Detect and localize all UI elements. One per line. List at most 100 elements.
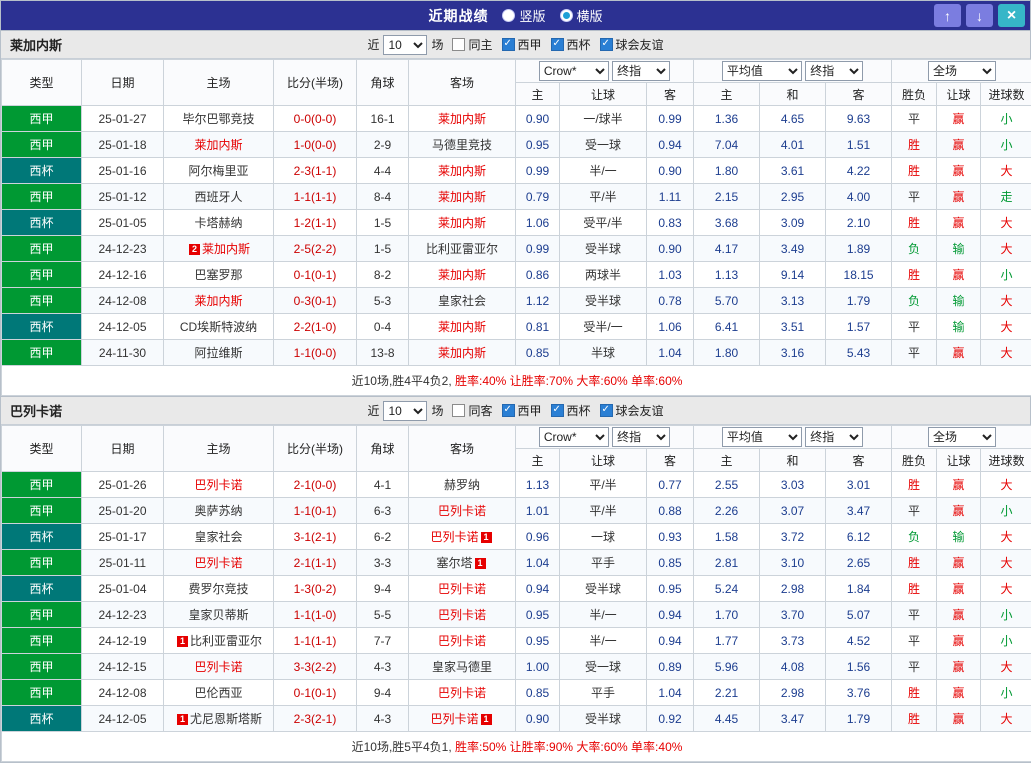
league-laliga-checkbox[interactable] [502, 404, 515, 417]
match-row: 西杯25-01-05卡塔赫纳1-2(1-1)1-5莱加内斯1.06受平/半0.8… [2, 210, 1031, 236]
col-ah-line: 让球 [560, 449, 647, 472]
goals-result: 小 [981, 498, 1031, 524]
asia-source-select[interactable]: Crow* [539, 427, 609, 447]
scroll-down-button[interactable]: ↓ [966, 4, 993, 27]
col-result: 胜负 [892, 449, 937, 472]
league-friendly-checkbox[interactable] [600, 404, 613, 417]
summary-part: 近10场,胜4平4负2, [352, 374, 455, 388]
col-home: 主场 [164, 426, 274, 472]
up-arrow-icon: ↑ [944, 8, 951, 24]
layout-vertical-radio[interactable]: 竖版 [502, 6, 545, 25]
asia-time-select[interactable]: 终指 [612, 61, 670, 81]
ah-away-odds: 1.04 [647, 340, 694, 366]
match-date: 24-12-16 [82, 262, 164, 288]
match-row: 西甲24-12-16巴塞罗那0-1(0-1)8-2莱加内斯0.86两球半1.03… [2, 262, 1031, 288]
same-venue-checkbox[interactable] [452, 38, 465, 51]
match-count-select[interactable]: 10 [383, 401, 427, 421]
ah-line: 平/半 [560, 472, 647, 498]
eu-draw-odds: 2.98 [760, 680, 826, 706]
ah-line: 受一球 [560, 132, 647, 158]
col-date: 日期 [82, 426, 164, 472]
league-type-badge: 西甲 [2, 106, 82, 132]
eu-away-odds: 1.84 [826, 576, 892, 602]
match-score: 1-1(0-1) [274, 498, 357, 524]
match-row: 西甲25-01-26巴列卡诺2-1(0-0)4-1赫罗纳1.13平/半0.772… [2, 472, 1031, 498]
match-score: 0-3(0-1) [274, 288, 357, 314]
ah-away-odds: 0.88 [647, 498, 694, 524]
corner-count: 6-2 [357, 524, 409, 550]
league-laliga-checkbox[interactable] [502, 38, 515, 51]
ah-home-odds: 0.99 [516, 236, 560, 262]
goals-result: 小 [981, 628, 1031, 654]
away-team-name: 皇家社会 [438, 294, 486, 308]
goals-result: 小 [981, 106, 1031, 132]
away-team-name: 比利亚雷亚尔 [426, 242, 498, 256]
away-team-name: 巴列卡诺 [438, 686, 486, 700]
match-result: 胜 [892, 550, 937, 576]
europe-time-select[interactable]: 终指 [805, 61, 863, 81]
corner-count: 9-4 [357, 576, 409, 602]
match-date: 25-01-04 [82, 576, 164, 602]
ah-away-odds: 0.92 [647, 706, 694, 732]
match-result: 平 [892, 106, 937, 132]
match-result: 负 [892, 288, 937, 314]
match-score: 3-1(2-1) [274, 524, 357, 550]
eu-home-odds: 6.41 [694, 314, 760, 340]
league-copa-checkbox[interactable] [551, 38, 564, 51]
layout-horizontal-label: 横版 [577, 6, 603, 25]
away-team-name: 马德里竞技 [432, 138, 492, 152]
ah-line: 受半球 [560, 236, 647, 262]
match-score: 1-0(0-0) [274, 132, 357, 158]
match-score: 1-2(1-1) [274, 210, 357, 236]
eu-home-odds: 1.70 [694, 602, 760, 628]
home-team-name: 皇家贝蒂斯 [188, 608, 248, 622]
home-team-name: 毕尔巴鄂竞技 [182, 112, 254, 126]
ah-home-odds: 0.94 [516, 576, 560, 602]
corner-count: 2-9 [357, 132, 409, 158]
away-team-cell: 莱加内斯 [409, 314, 516, 340]
home-team-cell: 皇家社会 [164, 524, 274, 550]
ah-away-odds: 0.94 [647, 602, 694, 628]
ah-home-odds: 0.96 [516, 524, 560, 550]
goals-result: 小 [981, 132, 1031, 158]
away-team-cell: 比利亚雷亚尔 [409, 236, 516, 262]
away-team-cell: 巴列卡诺 [409, 576, 516, 602]
match-count-select[interactable]: 10 [383, 35, 427, 55]
ah-home-odds: 1.13 [516, 472, 560, 498]
results-table: 类型 日期 主场 比分(半场) 角球 客场 Crow* 终指 平均值 终指 [1, 59, 1031, 396]
eu-away-odds: 1.89 [826, 236, 892, 262]
away-team-name: 塞尔塔 [436, 556, 472, 570]
league-friendly-checkbox[interactable] [600, 38, 613, 51]
europe-time-select[interactable]: 终指 [805, 427, 863, 447]
team-section-header: 巴列卡诺 近 10 场 同客 西甲 西杯 球会友谊 [1, 396, 1030, 425]
asia-source-select[interactable]: Crow* [539, 61, 609, 81]
close-button[interactable]: × [998, 4, 1025, 27]
match-result: 胜 [892, 680, 937, 706]
scope-select[interactable]: 全场 [928, 427, 996, 447]
home-team-cell: 巴列卡诺 [164, 654, 274, 680]
scroll-up-button[interactable]: ↑ [934, 4, 961, 27]
match-result: 胜 [892, 706, 937, 732]
ah-line: 半/一 [560, 628, 647, 654]
scope-header: 全场 [892, 60, 1031, 83]
league-copa-checkbox[interactable] [551, 404, 564, 417]
results-body: 西甲25-01-26巴列卡诺2-1(0-0)4-1赫罗纳1.13平/半0.772… [2, 472, 1031, 732]
ah-away-odds: 0.90 [647, 158, 694, 184]
away-team-name: 巴列卡诺 [430, 712, 478, 726]
layout-horizontal-radio[interactable]: 横版 [560, 6, 603, 25]
match-date: 24-12-05 [82, 706, 164, 732]
eu-draw-odds: 3.61 [760, 158, 826, 184]
eu-draw-odds: 3.70 [760, 602, 826, 628]
col-eu-draw: 和 [760, 449, 826, 472]
asia-time-select[interactable]: 终指 [612, 427, 670, 447]
col-home: 主场 [164, 60, 274, 106]
ah-away-odds: 0.83 [647, 210, 694, 236]
ah-line: 平手 [560, 550, 647, 576]
match-result: 负 [892, 524, 937, 550]
match-date: 24-12-08 [82, 680, 164, 706]
scope-select[interactable]: 全场 [928, 61, 996, 81]
match-date: 25-01-05 [82, 210, 164, 236]
same-venue-checkbox[interactable] [452, 404, 465, 417]
europe-source-select[interactable]: 平均值 [722, 427, 802, 447]
europe-source-select[interactable]: 平均值 [722, 61, 802, 81]
